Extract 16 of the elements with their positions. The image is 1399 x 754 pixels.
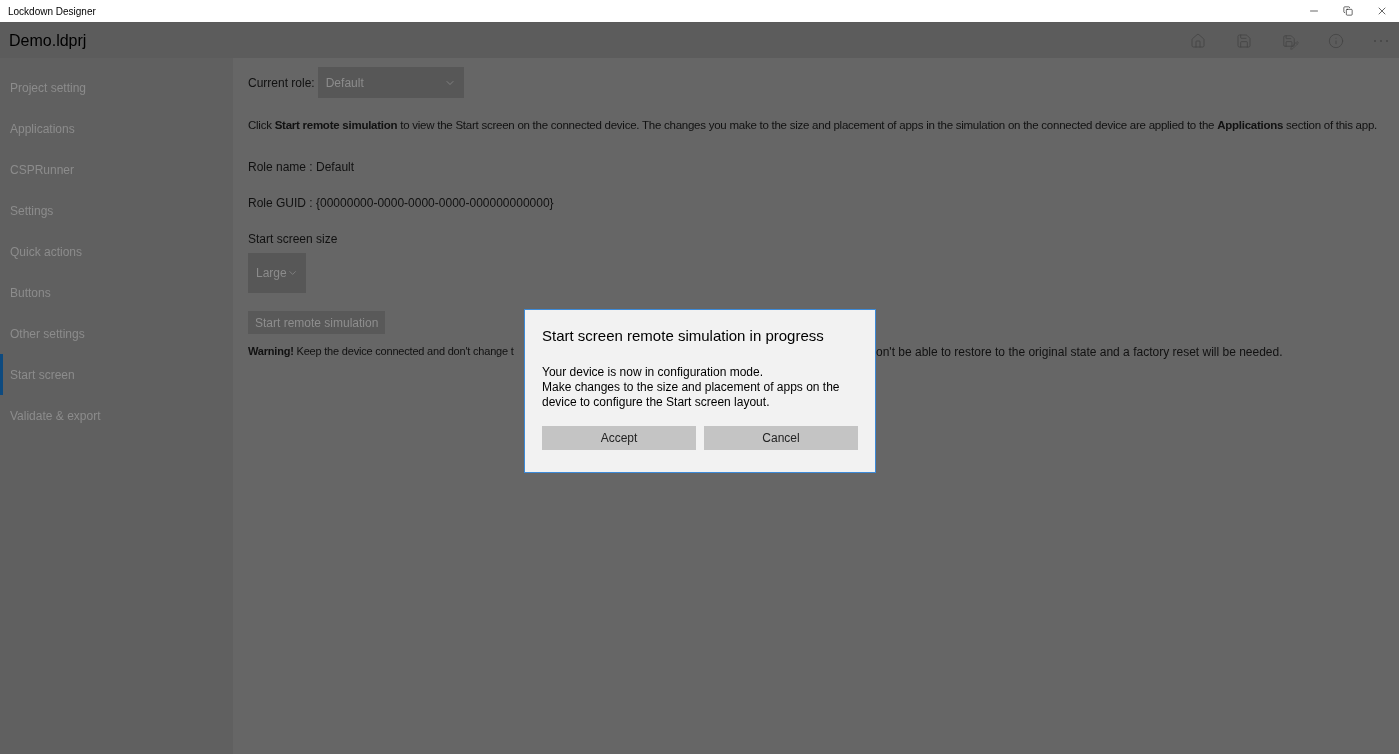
role-guid: Role GUID : {00000000-0000-0000-0000-000000000000}: [248, 195, 555, 213]
dialog-button[interactable]: Accept: [542, 425, 696, 450]
restore-icon: [1343, 6, 1353, 16]
dialog-title: Start screen remote simulation in progress: [542, 326, 825, 346]
warning-text: Warning! Keep the device connected and don't change t: [248, 344, 515, 360]
start-screen-size-label: Start screen size: [248, 231, 339, 249]
dialog-button[interactable]: Cancel: [704, 425, 858, 450]
window-title: Lockdown Designer: [8, 4, 96, 19]
role-label: Current role:: [248, 74, 315, 92]
dialog-message: Your device is now in configuration mode.: [542, 364, 765, 380]
warning-text: on't be able to restore to the original state and a factory reset will be needed.: [876, 344, 1284, 362]
intro-text: Click Start remote simulation to view the Start screen on the connected device. The changes you make to the size and placement of apps in the simulation on the connected device are applied to the Applications section of this app.: [248, 118, 1378, 133]
project-title: Demo.ldprj: [9, 30, 87, 51]
close-icon: [1376, 5, 1388, 17]
dialog-message: Make changes to the size and placement of apps on the device to configure the Start screen layout.: [542, 379, 841, 410]
role-name: Role name : Default: [248, 159, 356, 177]
